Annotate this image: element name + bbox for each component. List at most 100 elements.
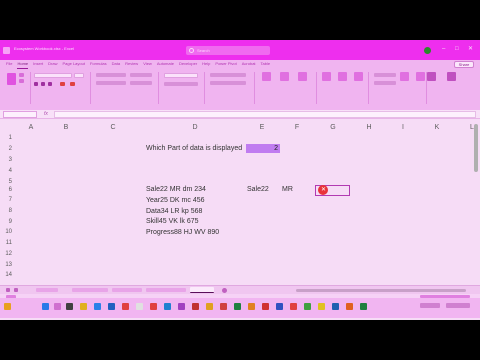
row-header-1[interactable]: 1	[2, 135, 12, 141]
font-color-icon[interactable]	[70, 82, 75, 86]
column-header-a[interactable]: A	[25, 124, 37, 131]
app-icon[interactable]	[178, 303, 185, 310]
row-header-6[interactable]: 6	[2, 187, 12, 193]
cell-e6[interactable]: Sale22	[247, 186, 269, 193]
function-icon[interactable]: fx	[44, 111, 48, 117]
paste-icon[interactable]	[7, 73, 16, 85]
delete-cells-icon[interactable]	[338, 72, 347, 81]
wrap-text-icon[interactable]	[130, 73, 152, 77]
font-name-select[interactable]	[34, 73, 72, 78]
share-button[interactable]: Share	[454, 61, 474, 68]
fill-color-icon[interactable]	[60, 82, 65, 86]
app-icon[interactable]	[206, 303, 213, 310]
app-icon[interactable]	[290, 303, 297, 310]
row-header-10[interactable]: 10	[2, 229, 12, 235]
font-size-select[interactable]	[74, 73, 84, 78]
app-icon[interactable]	[276, 303, 283, 310]
app-icon[interactable]	[332, 303, 339, 310]
number-format-buttons[interactable]	[164, 82, 198, 86]
data-cell-d9[interactable]: Skill45 VK lk 675	[146, 218, 199, 225]
row-header-13[interactable]: 13	[2, 262, 12, 268]
row-header-5[interactable]: 5	[2, 179, 12, 185]
tab-developer[interactable]: Developer	[179, 61, 197, 69]
chrome-icon[interactable]	[136, 303, 143, 310]
weather-icon[interactable]	[4, 303, 11, 310]
store-icon[interactable]	[108, 303, 115, 310]
horizontal-scrollbar[interactable]	[296, 289, 466, 292]
row-header-11[interactable]: 11	[2, 240, 12, 246]
format-cells-icon[interactable]	[354, 72, 363, 81]
app-icon[interactable]	[164, 303, 171, 310]
formula-input[interactable]	[54, 111, 476, 118]
sheet-tab[interactable]	[146, 288, 186, 292]
find-select-icon[interactable]	[416, 72, 425, 81]
sort-filter-icon[interactable]	[400, 72, 409, 81]
app-icon[interactable]	[304, 303, 311, 310]
tab-power-pivot[interactable]: Power Pivot	[215, 61, 236, 69]
cell-f6[interactable]: MR	[282, 186, 293, 193]
format-as-table-icon[interactable]	[280, 72, 289, 81]
tab-insert[interactable]: Insert	[33, 61, 43, 69]
system-tray[interactable]	[420, 303, 440, 308]
conditional-formatting-icon[interactable]	[262, 72, 271, 81]
search-taskbar-icon[interactable]	[54, 303, 61, 310]
app-icon[interactable]	[234, 303, 241, 310]
add-ins-icon[interactable]	[427, 72, 436, 81]
tab-table[interactable]: Table	[261, 61, 271, 69]
sheet-tab-active[interactable]	[190, 287, 214, 293]
edge-icon[interactable]	[94, 303, 101, 310]
insert-cells-icon[interactable]	[322, 72, 331, 81]
vertical-scrollbar[interactable]	[474, 124, 478, 172]
bold-icon[interactable]	[34, 82, 38, 86]
sheet-tab[interactable]	[72, 288, 108, 292]
next-sheet-icon[interactable]	[14, 288, 18, 292]
copy-icon[interactable]	[19, 79, 24, 83]
tab-review[interactable]: Review	[125, 61, 138, 69]
selected-input-cell[interactable]: 2	[246, 144, 280, 153]
question-label-cell[interactable]: Which Part of data is displayed	[146, 145, 242, 152]
prev-sheet-icon[interactable]	[6, 288, 10, 292]
close-icon[interactable]: ✕	[318, 185, 328, 195]
sheet-tab[interactable]	[112, 288, 142, 292]
cell-styles-icon[interactable]	[298, 72, 307, 81]
minimize-button[interactable]: –	[442, 46, 445, 52]
tab-formulas[interactable]: Formulas	[90, 61, 107, 69]
search-input[interactable]: Search	[186, 46, 270, 55]
tab-home[interactable]: Home	[17, 61, 29, 69]
app-icon[interactable]	[122, 303, 129, 310]
app-icon[interactable]	[248, 303, 255, 310]
row-header-7[interactable]: 7	[2, 197, 12, 203]
cut-icon[interactable]	[19, 73, 24, 77]
column-header-i[interactable]: I	[397, 124, 409, 131]
merge-center-icon[interactable]	[130, 81, 152, 85]
italic-icon[interactable]	[41, 82, 45, 86]
align-top-row-icon[interactable]	[96, 73, 126, 77]
data-cell-d6[interactable]: Sale22 MR dm 234	[146, 186, 206, 193]
row-header-2[interactable]: 2	[2, 146, 12, 152]
app-icon[interactable]	[220, 303, 227, 310]
clear-row[interactable]	[210, 81, 246, 85]
app-icon[interactable]	[346, 303, 353, 310]
name-box[interactable]	[3, 111, 37, 118]
app-icon[interactable]	[262, 303, 269, 310]
column-header-b[interactable]: B	[60, 124, 72, 131]
tab-help[interactable]: Help	[202, 61, 210, 69]
row-header-12[interactable]: 12	[2, 251, 12, 257]
row-header-14[interactable]: 14	[2, 272, 12, 278]
format-painter-row[interactable]	[210, 73, 246, 77]
clock[interactable]	[446, 303, 470, 308]
task-view-icon[interactable]	[66, 303, 73, 310]
tab-page-layout[interactable]: Page Layout	[62, 61, 84, 69]
data-cell-d7[interactable]: Year25 DK mc 456	[146, 197, 205, 204]
sheet-tab[interactable]	[36, 288, 58, 292]
row-header-9[interactable]: 9	[2, 219, 12, 225]
column-header-d[interactable]: D	[189, 124, 201, 131]
tab-view[interactable]: View	[143, 61, 152, 69]
column-header-k[interactable]: K	[431, 124, 443, 131]
add-sheet-icon[interactable]	[222, 288, 227, 293]
column-header-e[interactable]: E	[256, 124, 268, 131]
avatar[interactable]	[424, 47, 431, 54]
row-header-8[interactable]: 8	[2, 208, 12, 214]
data-cell-d10[interactable]: Progress88 HJ WV 890	[146, 229, 219, 236]
excel-taskbar-icon[interactable]	[360, 303, 367, 310]
